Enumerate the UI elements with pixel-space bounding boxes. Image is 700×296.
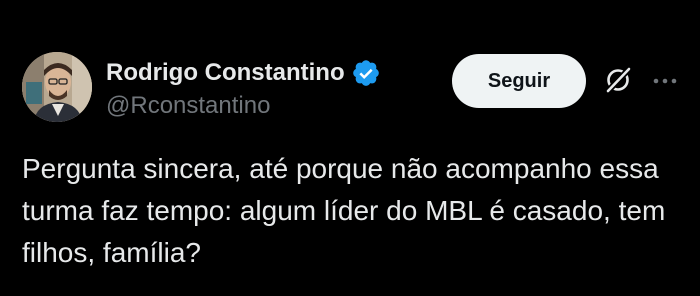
author-display-name[interactable]: Rodrigo Constantino [106, 59, 345, 87]
verified-badge-icon[interactable] [351, 58, 381, 88]
more-options-icon[interactable] [650, 66, 680, 96]
follow-button[interactable]: Seguir [452, 54, 586, 108]
author-handle[interactable]: @Rconstantino [106, 92, 270, 120]
author-name-row: Rodrigo Constantino [106, 58, 381, 88]
grok-icon[interactable] [602, 64, 634, 96]
tweet-text: Pergunta sincera, até porque não acompan… [22, 153, 666, 268]
avatar[interactable] [22, 52, 92, 122]
